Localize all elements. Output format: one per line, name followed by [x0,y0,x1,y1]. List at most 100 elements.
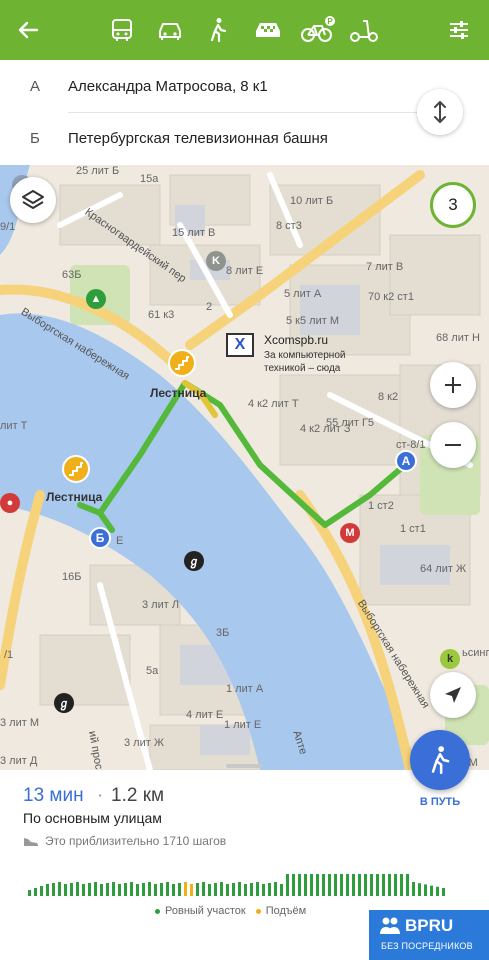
elevation-bar [364,874,367,896]
map-label: 5а [146,665,159,677]
map-label: 25 лит Б [76,165,120,177]
poi-shop-icon[interactable]: ● [0,493,20,513]
start-navigation-label[interactable]: В ПУТЬ [408,796,472,808]
elevation-bar [172,884,175,896]
elevation-bar [418,883,421,896]
elevation-bar [124,883,127,896]
map-label: 15 лит В [172,227,216,239]
stairs-icon [175,356,189,370]
route-time: 13 мин [23,785,84,806]
elevation-bar [310,874,313,896]
elevation-bar [436,886,439,896]
elevation-bar [52,883,55,896]
ad-line-1: За компьютерной [264,350,346,361]
elevation-bar [64,884,67,896]
route-alternatives-badge[interactable]: 3 [430,182,476,228]
elevation-bar [166,882,169,896]
map-label: 4 к2 лит Т [248,398,299,410]
elevation-bar [88,883,91,896]
legend-up: Подъём [255,905,306,917]
route-from-field[interactable]: А Александра Матросова, 8 к1 [0,60,410,112]
mode-scooter-button[interactable] [346,0,382,60]
map-label: 3Б [216,627,230,639]
plus-icon [445,377,461,393]
mode-car-button[interactable] [152,0,188,60]
route-distance: 1.2 км [111,785,165,806]
zoom-out-button[interactable] [430,422,476,468]
map-label: 7 лит В [366,261,404,273]
bike-icon: P [301,16,335,42]
map-label: 15а [140,173,159,185]
park-icon[interactable]: ▲ [86,289,106,309]
elevation-bar [400,874,403,896]
elevation-bar [424,884,427,896]
elevation-bar [208,884,211,896]
route-summary-sheet: 13 мин · 1.2 км По основным улицам Это п… [0,730,489,960]
scooter-icon [350,20,378,42]
elevation-bar [70,883,73,896]
elevation-bar [220,882,223,896]
poi-k-icon[interactable]: k [440,649,460,669]
elevation-bar [202,882,205,896]
elevation-bar [268,883,271,896]
taxi-icon [256,23,280,37]
start-navigation-button[interactable] [410,730,470,790]
map-label: 1 ст2 [368,500,394,512]
elevation-bar [82,884,85,896]
steps-text: Это приблизительно 1710 шагов [45,834,227,848]
map-label: 3 лит М [0,717,39,729]
brand-tagline: БЕЗ ПОСРЕДНИКОВ [381,941,473,951]
elevation-bar [40,886,43,896]
map-label: 1 лит А [226,683,264,695]
map-label: 64 лит Ж [420,563,467,575]
from-letter: А [30,77,41,95]
elevation-bar [298,874,301,896]
mode-walk-button[interactable] [202,0,234,60]
map-route-screen: P А Александра Матросова, 8 к1 Б Петербу… [0,0,489,960]
swap-route-button[interactable] [417,89,463,135]
route-start-marker[interactable]: А [395,450,417,472]
stairs-marker[interactable] [168,349,196,377]
elevation-bar [196,883,199,896]
back-button[interactable] [10,0,46,60]
elevation-bar [142,883,145,896]
map-label: 3 лит Л [142,599,180,611]
elevation-bar [136,884,139,896]
map-label: 9/1 [0,221,16,233]
stairs-marker[interactable] [62,455,90,483]
route-settings-button[interactable] [442,0,476,60]
elevation-bar [106,883,109,896]
elevation-bar [322,874,325,896]
elevation-bar [328,874,331,896]
separator: · [97,785,104,806]
metro-icon[interactable]: M [340,523,360,543]
layers-button[interactable] [10,177,56,223]
my-location-button[interactable] [430,672,476,718]
elevation-bar [250,883,253,896]
mode-taxi-button[interactable] [248,0,288,60]
elevation-bar [316,874,319,896]
walk-icon [431,746,450,774]
mode-bus-button[interactable] [104,0,140,60]
map-view[interactable]: Красногвардейский пер Выборгская набереж… [0,165,489,770]
route-to-field[interactable]: Б Петербургская телевизионная башня [0,112,410,164]
poi-restaurant-icon[interactable]: ℊ [54,693,74,713]
to-address: Петербургская телевизионная башня [68,129,328,147]
map-label: 68 лит Н [436,332,480,344]
sliders-icon [450,21,468,39]
route-end-marker[interactable]: Б [89,527,111,549]
elevation-bar [232,883,235,896]
poi-restaurant-icon[interactable]: ℊ [184,551,204,571]
map-label: 10 лит Б [290,195,334,207]
elevation-bar [286,874,289,896]
elevation-bar [292,874,295,896]
map-label: 8 лит Е [226,265,264,277]
elevation-bar [34,888,37,896]
zoom-in-button[interactable] [430,362,476,408]
legend-flat: Ровный участок [155,905,246,917]
elevation-bar [388,874,391,896]
mode-bike-button[interactable]: P [298,0,338,60]
sheet-handle[interactable] [226,764,262,768]
legend-flat-dot [155,908,160,914]
poi-k-icon[interactable]: K [206,251,226,271]
